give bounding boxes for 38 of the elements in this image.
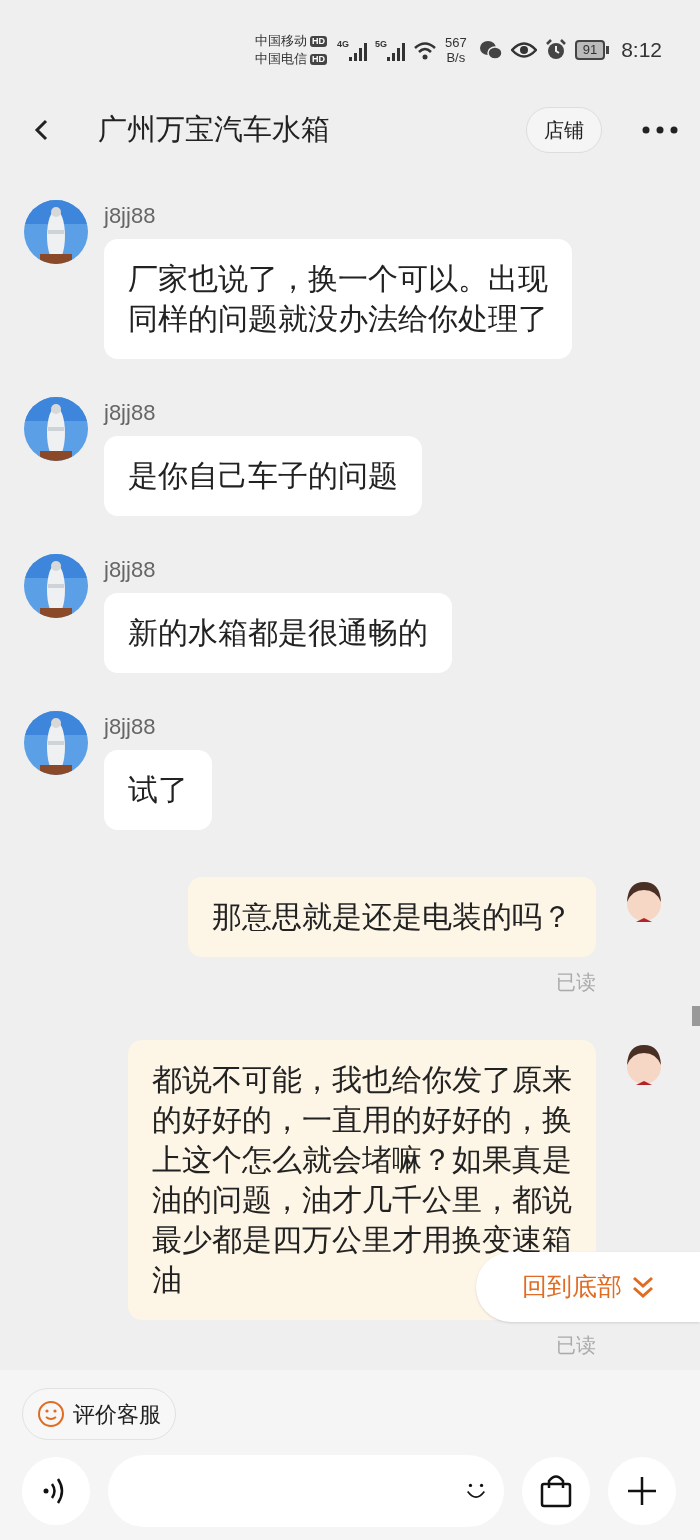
sender-name: j8jj88	[104, 399, 156, 427]
signal-icon	[386, 43, 405, 61]
speed-value: 567	[444, 35, 467, 50]
network-label: 4G	[336, 39, 349, 49]
message-bubble: 新的水箱都是很通畅的	[104, 593, 452, 673]
plus-icon	[628, 1477, 656, 1505]
hd-badge: HD	[309, 53, 327, 65]
double-chevron-down-icon	[632, 1276, 654, 1298]
sender-name: j8jj88	[104, 556, 156, 584]
message-bubble: 试了	[104, 750, 212, 830]
battery-level: 91	[574, 40, 606, 60]
network-label: 5G	[374, 39, 387, 49]
back-icon[interactable]	[34, 118, 50, 142]
rate-service-button[interactable]: 评价客服	[22, 1388, 176, 1440]
sender-name: j8jj88	[104, 202, 156, 230]
wifi-icon	[412, 40, 437, 60]
carrier-name: 中国电信	[254, 51, 307, 67]
clock-time: 8:12	[621, 37, 662, 64]
hd-badge: HD	[309, 35, 327, 47]
smiley-icon	[37, 1400, 65, 1428]
shop-button[interactable]: 店铺	[526, 107, 602, 153]
message-bubble: 厂家也说了，换一个可以。出现同样的问题就没办法给你处理了	[104, 239, 572, 359]
chat-title: 广州万宝汽车水箱	[98, 112, 331, 148]
message-bubble: 是你自己车子的问题	[104, 436, 422, 516]
sender-name: j8jj88	[104, 713, 156, 741]
signal-icon	[348, 43, 367, 61]
eye-icon	[510, 40, 537, 60]
scrollbar-thumb	[692, 1006, 700, 1026]
read-receipt: 已读	[556, 970, 596, 995]
alarm-clock-icon	[544, 39, 567, 61]
chat-bubbles-icon	[478, 39, 503, 61]
carrier-name: 中国移动	[254, 33, 307, 49]
message-bubble: 那意思就是还是电装的吗？	[188, 877, 596, 957]
battery-tip	[606, 46, 610, 54]
speed-unit: B/s	[446, 50, 466, 65]
shopping-bag-icon	[540, 1474, 572, 1508]
more-icon[interactable]	[642, 126, 678, 134]
read-receipt: 已读	[556, 1333, 596, 1358]
